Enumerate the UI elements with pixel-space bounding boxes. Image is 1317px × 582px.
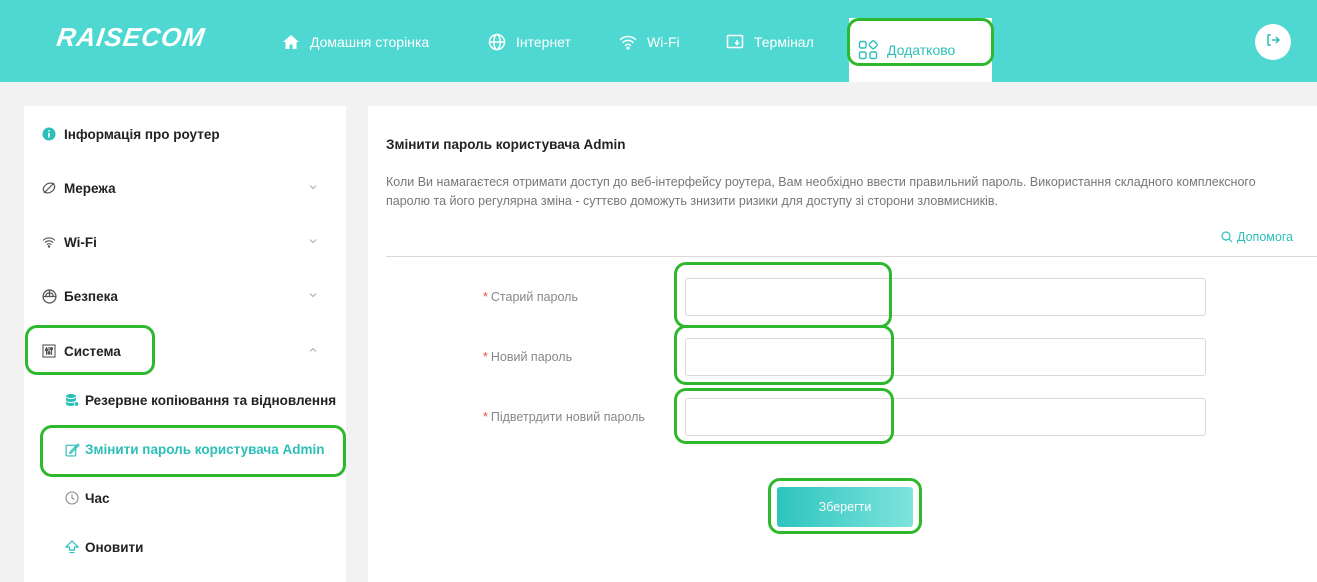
main-panel: Змінити пароль користувача Admin Коли Ви… [368, 106, 1317, 582]
shield-icon [40, 287, 58, 305]
nav-terminal[interactable]: Термінал [724, 22, 814, 62]
sidebar-subitem-upgrade[interactable]: Оновити [64, 539, 143, 555]
database-icon [64, 392, 80, 408]
grid-icon [857, 39, 879, 61]
home-icon [280, 31, 302, 53]
sidebar-item-network-label: Мережа [64, 180, 116, 196]
chevron-down-icon [309, 185, 317, 190]
sidebar: Інформація про роутер Мережа Wi-Fi Безпе… [24, 106, 346, 582]
divider [386, 256, 1317, 257]
chevron-down-icon [309, 239, 317, 244]
sidebar-subitem-change-password[interactable]: Змінити пароль користувача Admin [64, 441, 324, 457]
new-password-label-text: Новий пароль [490, 350, 573, 364]
system-icon [40, 342, 58, 360]
sidebar-item-wifi-label: Wi-Fi [64, 234, 97, 250]
sidebar-item-system[interactable]: Система [40, 339, 340, 363]
globe-icon [486, 31, 508, 53]
top-navigation-bar: RAISECOM Домашня сторінка Інтернет Wi-Fi… [0, 0, 1317, 82]
old-password-input[interactable] [685, 278, 1206, 316]
required-mark: * [483, 350, 488, 364]
terminal-icon [724, 31, 746, 53]
page-description: Коли Ви намагаєтеся отримати доступ до в… [386, 175, 1256, 208]
wifi-icon [40, 233, 58, 251]
confirm-password-label-text: Підветрдити новий пароль [490, 410, 645, 424]
sidebar-item-wifi[interactable]: Wi-Fi [40, 230, 340, 254]
required-mark: * [483, 410, 488, 424]
nav-internet[interactable]: Інтернет [486, 22, 571, 62]
sidebar-item-security[interactable]: Безпека [40, 284, 340, 308]
sidebar-item-network[interactable]: Мережа [40, 176, 340, 200]
chevron-down-icon [309, 293, 317, 298]
old-password-label: * Старий пароль [483, 290, 578, 304]
sidebar-subitem-upgrade-label: Оновити [85, 539, 144, 555]
page-title: Змінити пароль користувача Admin [386, 137, 626, 152]
sidebar-item-router-info[interactable]: Інформація про роутер [40, 122, 340, 146]
nav-home[interactable]: Домашня сторінка [280, 22, 429, 62]
nav-internet-label: Інтернет [516, 34, 571, 50]
new-password-input[interactable] [685, 338, 1206, 376]
sidebar-subitem-time-label: Час [85, 490, 110, 506]
network-icon [40, 179, 58, 197]
sidebar-item-security-label: Безпека [64, 288, 118, 304]
nav-advanced-label: Додатково [887, 42, 956, 58]
nav-wifi-label: Wi-Fi [647, 34, 680, 50]
wifi-icon [617, 31, 639, 53]
confirm-password-label: * Підветрдити новий пароль [483, 410, 645, 424]
help-link[interactable]: Допомога [1221, 230, 1293, 244]
raisecom-logo: RAISECOM [54, 22, 208, 52]
sidebar-subitem-backup[interactable]: Резервне копіювання та відновлення [64, 392, 336, 408]
chevron-up-icon [309, 347, 317, 352]
new-password-label: * Новий пароль [483, 350, 572, 364]
old-password-label-text: Старий пароль [490, 290, 578, 304]
required-mark: * [483, 290, 488, 304]
sidebar-subitem-backup-label: Резервне копіювання та відновлення [85, 392, 337, 408]
help-label: Допомога [1237, 230, 1294, 244]
sidebar-item-system-label: Система [64, 343, 121, 359]
confirm-password-input[interactable] [685, 398, 1206, 436]
info-icon [40, 125, 58, 143]
save-button[interactable]: Зберегти [777, 487, 913, 527]
logout-icon [1266, 33, 1281, 52]
search-icon [1221, 231, 1233, 243]
clock-icon [64, 490, 80, 506]
upgrade-icon [64, 539, 80, 555]
nav-home-label: Домашня сторінка [310, 34, 430, 50]
nav-terminal-label: Термінал [754, 34, 814, 50]
sidebar-subitem-change-password-label: Змінити пароль користувача Admin [85, 441, 325, 457]
sidebar-item-router-info-label: Інформація про роутер [64, 126, 220, 142]
logout-button[interactable] [1255, 24, 1291, 60]
edit-icon [64, 441, 80, 457]
nav-advanced[interactable]: Додатково [849, 18, 992, 82]
nav-wifi[interactable]: Wi-Fi [617, 22, 680, 62]
sidebar-subitem-time[interactable]: Час [64, 490, 110, 506]
